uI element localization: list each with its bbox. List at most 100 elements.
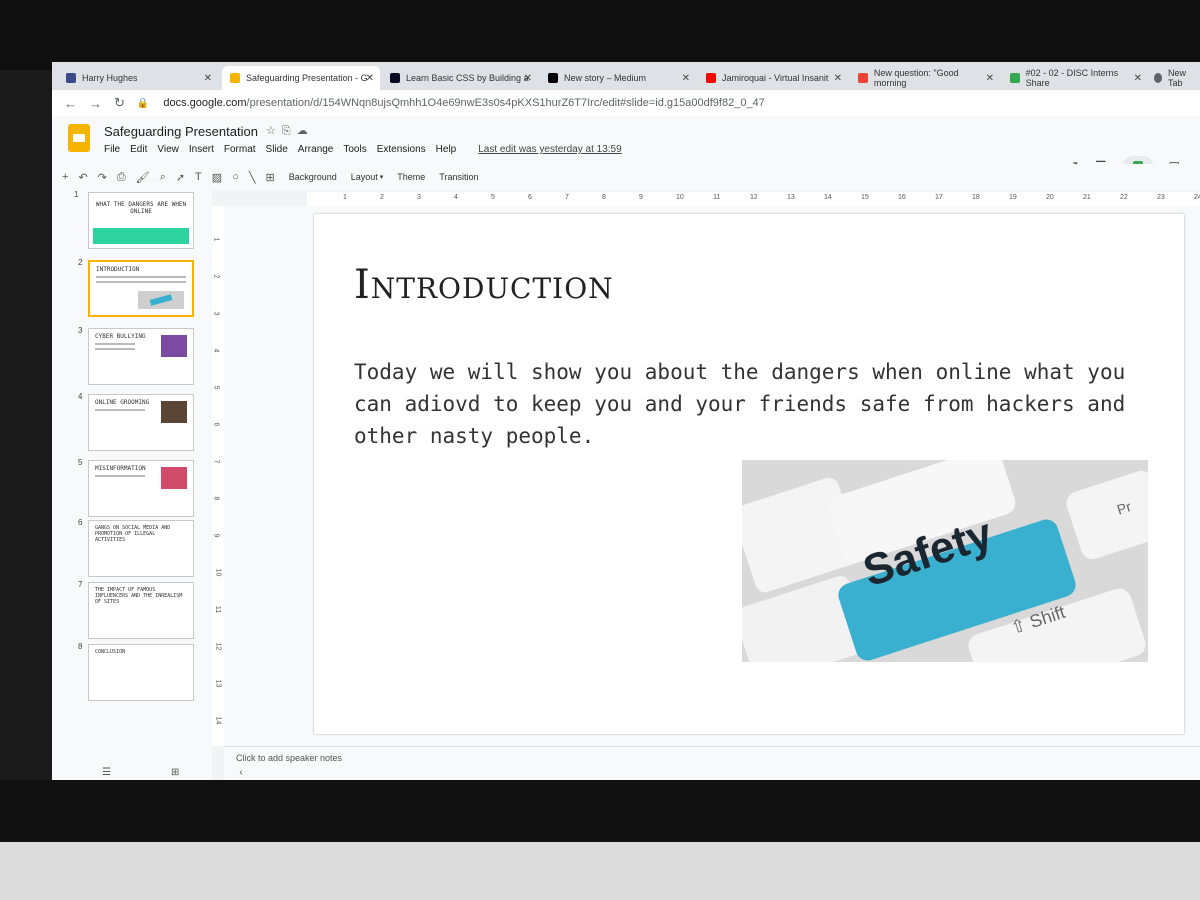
slide-thumbnail-5[interactable]: Misinformation [88, 460, 194, 517]
move-folder-icon[interactable]: ⎘ [282, 125, 297, 137]
ruler-tick-label: 5 [212, 385, 220, 390]
menu-insert[interactable]: Insert [189, 144, 214, 155]
tab-safeguarding[interactable]: Safeguarding Presentation - G ✕ [222, 66, 380, 90]
textbox-icon[interactable]: T [195, 171, 202, 183]
menu-format[interactable]: Format [224, 144, 256, 155]
tab-medium[interactable]: New story – Medium ✕ [540, 66, 696, 90]
lock-icon: 🔒 [136, 97, 150, 109]
thumb-title: Conclusion [95, 649, 126, 655]
slide-thumbnail-6[interactable]: Gangs on social media and promotion of i… [88, 520, 194, 577]
slide-thumbnail-2[interactable]: Introduction [88, 260, 194, 317]
grid-view-icon[interactable]: ⊞ [171, 767, 179, 778]
select-icon[interactable]: ➚ [176, 171, 185, 184]
paint-format-icon[interactable]: 🖌 [136, 171, 150, 184]
new-slide-icon[interactable]: + [62, 171, 68, 183]
star-icon[interactable]: ☆ [266, 125, 282, 137]
reload-icon[interactable]: ↻ [114, 95, 125, 111]
menu-help[interactable]: Help [436, 144, 457, 155]
horizontal-ruler: 123456789101112131415161718192021222324 [307, 192, 1200, 207]
slide-thumbnail-8[interactable]: Conclusion [88, 644, 194, 701]
menu-tools[interactable]: Tools [343, 144, 366, 155]
tab-title: New story – Medium [564, 73, 647, 83]
slides-logo-icon[interactable] [68, 124, 90, 152]
tab-favicon [1010, 73, 1020, 83]
close-icon[interactable]: ✕ [1134, 73, 1142, 84]
document-title[interactable]: Safeguarding Presentation [104, 124, 258, 139]
line-icon[interactable]: ╲ [249, 171, 256, 184]
tab-youtube[interactable]: Jamiroquai - Virtual Insanit ✕ [698, 66, 848, 90]
ruler-tick-label: 4 [212, 348, 220, 353]
forward-icon[interactable]: → [89, 96, 102, 111]
thumb-text-line [95, 475, 145, 477]
ruler-tick-label: 11 [214, 605, 222, 614]
slide-number: 6 [78, 518, 83, 527]
undo-icon[interactable]: ↶ [78, 171, 87, 184]
tab-harry-hughes[interactable]: Harry Hughes ✕ [58, 66, 218, 90]
close-icon[interactable]: ✕ [366, 73, 374, 84]
tab-title: #02 - 02 - DISC Interns Share [1025, 68, 1119, 88]
slide-thumbnail-1[interactable]: What the dangers are when online [88, 192, 194, 249]
thumb-text-line [96, 276, 186, 278]
close-icon[interactable]: ✕ [986, 73, 994, 84]
close-icon[interactable]: ✕ [204, 73, 212, 84]
thumb-title: Introduction [96, 266, 140, 273]
tab-favicon [858, 73, 868, 83]
slide-canvas: Introduction Today we will show you abou… [224, 206, 1200, 746]
ruler-tick-label: 1 [212, 237, 220, 242]
ruler-tick-label: 3 [417, 194, 421, 201]
ruler-tick-label: 6 [528, 194, 532, 201]
tab-learn-css[interactable]: Learn Basic CSS by Building a ✕ [382, 66, 538, 90]
slide-body-text[interactable]: Today we will show you about the dangers… [354, 356, 1164, 452]
list-view-icon[interactable]: ☰ [102, 767, 111, 778]
speaker-notes-placeholder: Click to add speaker notes [236, 753, 343, 763]
close-icon[interactable]: ✕ [524, 73, 532, 84]
theme-button[interactable]: Theme [397, 172, 425, 182]
ruler-tick-label: 18 [972, 194, 980, 201]
image-icon[interactable]: ▨ [212, 171, 222, 184]
thumb-banner [93, 228, 189, 244]
comment-add-icon[interactable]: ⊞ [265, 171, 274, 184]
ruler-tick-label: 5 [491, 194, 495, 201]
slide-title[interactable]: Introduction [354, 262, 614, 308]
shape-icon[interactable]: ○ [232, 171, 239, 183]
back-icon[interactable]: ← [64, 96, 77, 111]
slide-thumbnail-4[interactable]: Online grooming [88, 394, 194, 451]
monitor-bezel-bottom [0, 780, 1200, 842]
cloud-status-icon[interactable]: ☁ [297, 125, 314, 137]
slide-thumbnail-3[interactable]: Cyber bullying [88, 328, 194, 385]
url-field[interactable]: docs.google.com/presentation/d/154WNqn8u… [163, 97, 764, 109]
collapse-icon[interactable]: ‹ [239, 767, 242, 778]
last-edit-link[interactable]: Last edit was yesterday at 13:59 [478, 144, 621, 155]
ruler-tick-label: 16 [898, 194, 906, 201]
transition-button[interactable]: Transition [439, 172, 478, 182]
edit-toolbar: + ↶ ↷ ⎙ 🖌 ⌕ ➚ T ▨ ○ ╲ ⊞ Background Layou… [52, 164, 1200, 190]
background-button[interactable]: Background [289, 172, 337, 182]
ruler-tick-label: 8 [602, 194, 606, 201]
slide[interactable]: Introduction Today we will show you abou… [314, 214, 1184, 734]
menu-file[interactable]: File [104, 144, 120, 155]
tab-new-tab[interactable]: New Tab [1150, 66, 1200, 90]
thumb-text-line [95, 348, 135, 350]
close-icon[interactable]: ✕ [834, 73, 842, 84]
close-icon[interactable]: ✕ [682, 73, 690, 84]
menu-view[interactable]: View [157, 144, 179, 155]
ruler-tick-label: 14 [214, 716, 222, 725]
ruler-tick-label: 7 [565, 194, 569, 201]
menu-extensions[interactable]: Extensions [377, 144, 426, 155]
zoom-icon[interactable]: ⌕ [160, 171, 166, 184]
slide-number: 5 [78, 458, 83, 467]
tab-drive[interactable]: #02 - 02 - DISC Interns Share ✕ [1002, 66, 1148, 90]
thumb-image [161, 335, 187, 357]
tab-gmail[interactable]: New question: "Good morning ✕ [850, 66, 1000, 90]
menu-slide[interactable]: Slide [266, 144, 288, 155]
layout-button[interactable]: Layout [351, 172, 378, 182]
tab-favicon [1154, 73, 1163, 83]
slide-thumbnail-7[interactable]: The impact of famous influencers and the… [88, 582, 194, 639]
keyboard-safety-image[interactable]: Safety ⇧ Shift Pr [742, 460, 1148, 662]
ruler-tick-label: 11 [713, 194, 721, 201]
redo-icon[interactable]: ↷ [98, 171, 107, 184]
menu-edit[interactable]: Edit [130, 144, 147, 155]
menu-arrange[interactable]: Arrange [298, 144, 334, 155]
print-icon[interactable]: ⎙ [117, 171, 126, 184]
speaker-notes[interactable]: Click to add speaker notes [224, 746, 1200, 782]
